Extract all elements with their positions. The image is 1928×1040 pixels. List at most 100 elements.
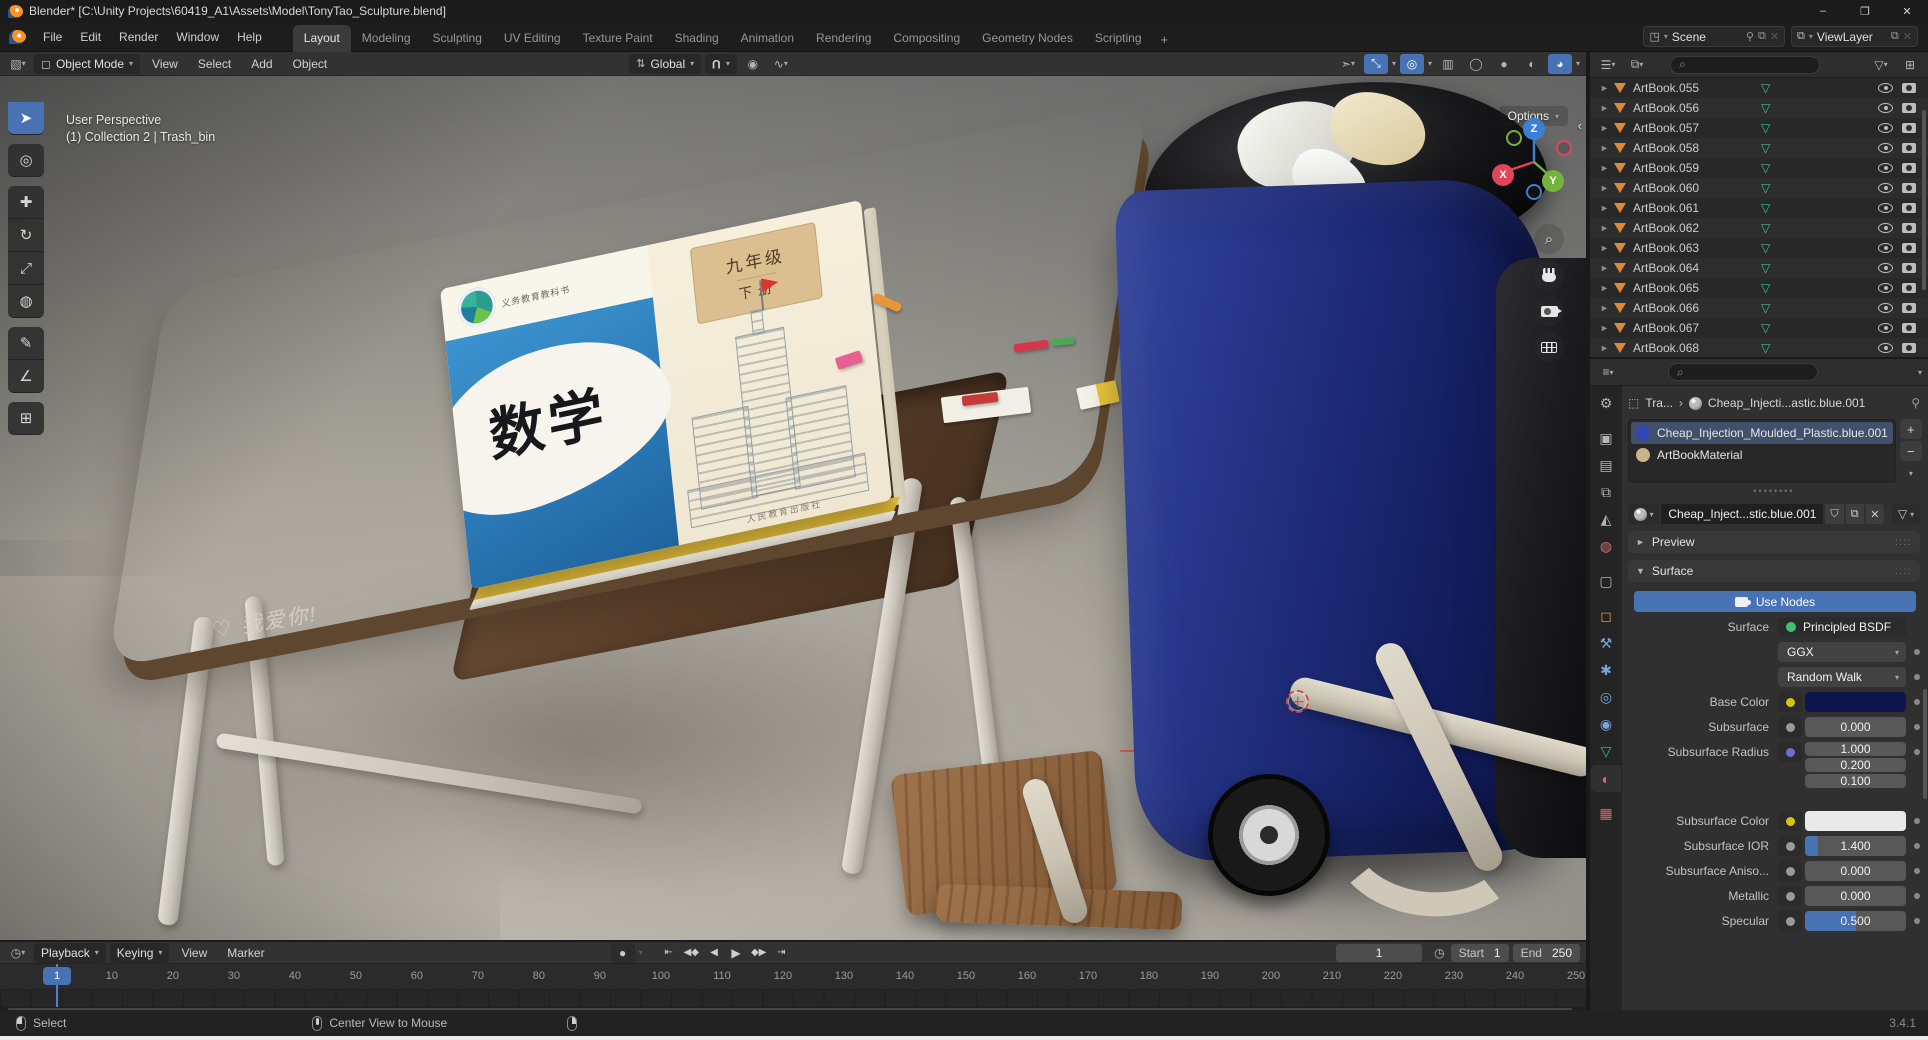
tab-scripting[interactable]: Scripting [1084,25,1153,52]
tool-annotate[interactable]: ✎ [8,327,44,360]
current-frame-field[interactable]: 1 [1336,944,1422,962]
socket-chip[interactable] [1778,692,1802,712]
properties-editor-type-button[interactable]: ≡ ▾ [1596,362,1620,382]
mesh-data-icon[interactable]: ▽ [1761,121,1781,135]
mesh-object-icon[interactable] [1614,303,1626,313]
gizmos-dropdown-icon[interactable]: ▾ [1392,59,1396,68]
properties-tab-material[interactable]: ◐ [1591,765,1621,792]
gizmo-z-axis[interactable]: Z [1523,118,1545,140]
disable-render-icon[interactable] [1902,183,1916,193]
mesh-data-icon[interactable]: ▽ [1761,141,1781,155]
tab-rendering[interactable]: Rendering [805,25,882,52]
gizmo-y-axis[interactable]: Y [1542,170,1564,192]
mode-dropdown[interactable]: ◻ Object Mode ▾ [34,54,140,74]
properties-tab-texture[interactable]: ▦ [1591,800,1621,827]
subsurface-aniso-field[interactable]: 0.000 [1805,861,1906,881]
mesh-object-icon[interactable] [1614,143,1626,153]
mesh-object-icon[interactable] [1614,223,1626,233]
mesh-data-icon[interactable]: ▽ [1761,241,1781,255]
close-button[interactable]: ✕ [1886,0,1928,22]
tab-compositing[interactable]: Compositing [882,25,971,52]
mesh-data-icon[interactable]: ▽ [1761,281,1781,295]
mesh-data-icon[interactable]: ▽ [1761,221,1781,235]
specular-slider[interactable]: 0.500 [1805,911,1906,931]
unlink-material-icon[interactable]: ✕ [1866,504,1884,524]
expand-icon[interactable]: ► [1600,263,1614,273]
blender-menu-icon[interactable] [9,30,26,44]
transform-orientation-dropdown[interactable]: ⇅ Global ▾ [629,54,701,74]
outliner-filter-button[interactable]: ▽ ▾ [1869,55,1893,75]
minimize-button[interactable]: – [1802,0,1844,22]
outliner-item-label[interactable]: ArtBook.062 [1633,221,1761,235]
outliner-row[interactable]: ► ArtBook.065 ▽ [1590,278,1928,298]
expand-icon[interactable]: ► [1600,303,1614,313]
gizmo-x-axis[interactable]: X [1492,164,1514,186]
animate-dot-icon[interactable] [1914,674,1920,680]
expand-icon[interactable]: ► [1600,183,1614,193]
jump-to-start-button[interactable]: ⇤ [659,944,679,962]
disable-render-icon[interactable] [1902,343,1916,353]
gizmo-neg-y[interactable] [1506,130,1522,146]
outliner-row[interactable]: ► ArtBook.060 ▽ [1590,178,1928,198]
tool-transform[interactable]: ◍ [8,285,44,318]
outliner-item-label[interactable]: ArtBook.056 [1633,101,1761,115]
animate-dot-icon[interactable] [1914,649,1920,655]
outliner-row[interactable]: ► ArtBook.068 ▽ [1590,338,1928,357]
tab-geometry-nodes[interactable]: Geometry Nodes [971,25,1084,52]
subsurface-radius-z[interactable]: 0.100 [1805,774,1906,788]
tab-shading[interactable]: Shading [664,25,730,52]
outliner-item-label[interactable]: ArtBook.058 [1633,141,1761,155]
hide-eye-icon[interactable] [1878,243,1893,253]
tab-layout[interactable]: Layout [293,25,351,52]
menu-object[interactable]: Object [285,54,336,74]
mesh-object-icon[interactable] [1614,103,1626,113]
playback-menu[interactable]: Playback▾ [34,943,106,963]
hide-eye-icon[interactable] [1878,143,1893,153]
remove-slot-button[interactable]: − [1900,441,1922,461]
outliner-search-input[interactable]: ⌕ [1670,56,1820,74]
outliner-row[interactable]: ► ArtBook.056 ▽ [1590,98,1928,118]
socket-chip[interactable] [1778,717,1802,737]
show-object-types-button[interactable]: ➣ ▾ [1336,54,1360,74]
new-scene-icon[interactable]: ⧉ [1758,30,1766,43]
expand-icon[interactable]: ► [1600,143,1614,153]
shading-dropdown-icon[interactable]: ▾ [1576,59,1580,68]
mesh-data-icon[interactable]: ▽ [1761,161,1781,175]
disable-render-icon[interactable] [1902,323,1916,333]
add-slot-button[interactable]: + [1900,419,1922,439]
animate-dot-icon[interactable] [1914,893,1920,899]
tab-animation[interactable]: Animation [730,25,805,52]
shading-rendered-button[interactable]: ◕ [1548,54,1572,74]
hide-eye-icon[interactable] [1878,303,1893,313]
shading-material-button[interactable]: ◐ [1520,54,1544,74]
mesh-object-icon[interactable] [1614,343,1626,353]
menu-help[interactable]: Help [228,26,271,48]
menu-edit[interactable]: Edit [71,26,110,48]
expand-icon[interactable]: ► [1600,243,1614,253]
timeline-track-area[interactable] [0,990,1586,1007]
hide-eye-icon[interactable] [1878,103,1893,113]
auto-key-dropdown-icon[interactable]: ▾ [639,948,643,957]
menu-view[interactable]: View [144,54,186,74]
snap-dropdown[interactable]: U ▾ [705,54,737,74]
menu-add[interactable]: Add [243,54,280,74]
disable-render-icon[interactable] [1902,103,1916,113]
animate-dot-icon[interactable] [1914,843,1920,849]
jump-to-end-button[interactable]: ⇥ [771,944,791,962]
tool-cursor[interactable]: ◎ [8,144,44,177]
properties-tab-particles[interactable]: ✱ [1591,657,1621,684]
properties-options-icon[interactable]: ▾ [1918,368,1922,377]
hide-eye-icon[interactable] [1878,163,1893,173]
subsurface-color-swatch[interactable] [1805,811,1906,831]
outliner-item-label[interactable]: ArtBook.063 [1633,241,1761,255]
play-reverse-button[interactable]: ◀ [704,944,724,962]
frame-end-field[interactable]: End250 [1513,944,1580,962]
expand-icon[interactable]: ► [1600,103,1614,113]
breadcrumb-object[interactable]: Tra... [1645,396,1673,410]
tool-measure[interactable]: ∠ [8,360,44,393]
outliner-item-label[interactable]: ArtBook.057 [1633,121,1761,135]
properties-tab-object-data[interactable]: ▽ [1591,738,1621,765]
mesh-data-icon[interactable]: ▽ [1761,301,1781,315]
surface-shader-field[interactable]: Principled BSDF [1778,617,1906,637]
outliner-row[interactable]: ► ArtBook.063 ▽ [1590,238,1928,258]
